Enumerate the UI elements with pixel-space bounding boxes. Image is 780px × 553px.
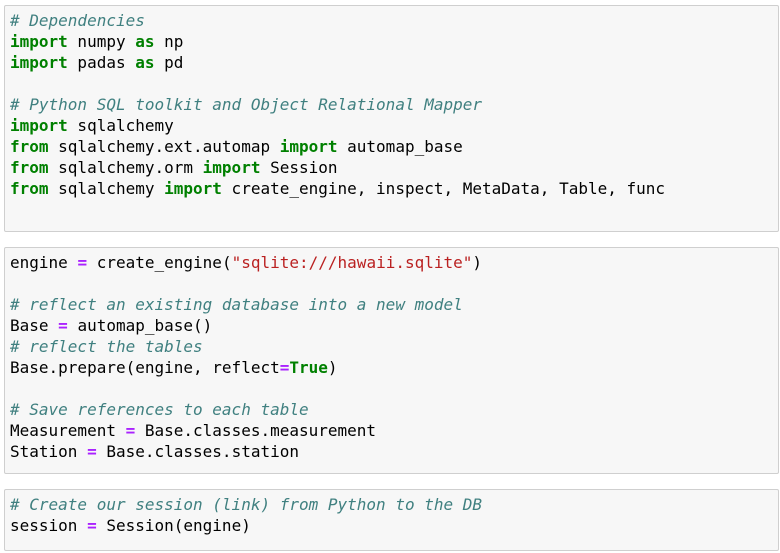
code-operator: = bbox=[87, 516, 97, 535]
code-string: "sqlite:///hawaii.sqlite" bbox=[231, 253, 473, 272]
code-text: Base.prepare(engine, reflect bbox=[10, 358, 280, 377]
code-line: import numpy as np bbox=[10, 31, 778, 52]
code-comment: # reflect the tables bbox=[10, 337, 203, 356]
code-comment: # Dependencies bbox=[10, 11, 145, 30]
code-text: ) bbox=[327, 358, 338, 377]
code-line: Base.prepare(engine, reflect=True) bbox=[10, 357, 778, 378]
notebook: # Dependencies import numpy as np import p… bbox=[0, 0, 780, 553]
code-cell-engine[interactable]: engine = create_engine("sqlite:///hawaii… bbox=[4, 247, 779, 474]
code-operator: = bbox=[125, 421, 136, 440]
code-comment: # Create our session (link) from Python … bbox=[10, 495, 483, 514]
code-line: # Create our session (link) from Python … bbox=[10, 494, 778, 515]
code-keyword: import bbox=[202, 158, 261, 177]
code-line: # Dependencies bbox=[10, 10, 778, 31]
code-operator: = bbox=[58, 316, 68, 335]
code-keyword: from bbox=[10, 158, 49, 177]
code-text: np bbox=[154, 32, 184, 51]
code-text: sqlalchemy bbox=[67, 116, 174, 135]
code-line: Station = Base.classes.station bbox=[10, 441, 778, 462]
code-line: # Python SQL toolkit and Object Relation… bbox=[10, 94, 778, 115]
code-text: sqlalchemy.orm bbox=[48, 158, 203, 177]
code-line: from sqlalchemy.orm import Session bbox=[10, 157, 778, 178]
code-comment: # Save references to each table bbox=[10, 400, 309, 419]
code-line: import sqlalchemy bbox=[10, 115, 778, 136]
code-text: Session(engine) bbox=[96, 516, 251, 535]
code-text: sqlalchemy.ext.automap bbox=[48, 137, 280, 156]
code-operator: = bbox=[279, 358, 290, 377]
code-line: # Save references to each table bbox=[10, 399, 778, 420]
code-text: Measurement bbox=[10, 421, 126, 440]
code-keyword: as bbox=[135, 53, 155, 72]
code-text: create_engine, inspect, MetaData, Table,… bbox=[221, 179, 666, 198]
code-text: sqlalchemy bbox=[48, 179, 165, 198]
code-text: automap_base bbox=[337, 137, 463, 156]
code-line: import padas as pd bbox=[10, 52, 778, 73]
code-text: Base.classes.station bbox=[96, 442, 299, 461]
code-line: # reflect the tables bbox=[10, 336, 778, 357]
code-cell-imports[interactable]: # Dependencies import numpy as np import p… bbox=[4, 5, 779, 232]
code-comment: # reflect an existing database into a ne… bbox=[10, 295, 463, 314]
code-text: pd bbox=[154, 53, 184, 72]
code-keyword: as bbox=[135, 32, 155, 51]
code-text: Station bbox=[10, 442, 88, 461]
code-keyword: import bbox=[10, 53, 68, 72]
code-line: session = Session(engine) bbox=[10, 515, 778, 536]
code-keyword: import bbox=[279, 137, 338, 156]
code-text: Base.classes.measurement bbox=[135, 421, 377, 440]
code-keyword: import bbox=[10, 116, 68, 135]
code-operator: = bbox=[77, 253, 88, 272]
code-keyword: from bbox=[10, 137, 49, 156]
code-line: Base = automap_base() bbox=[10, 315, 778, 336]
code-line: # reflect an existing database into a ne… bbox=[10, 294, 778, 315]
code-line: engine = create_engine("sqlite:///hawaii… bbox=[10, 252, 778, 273]
code-keyword: True bbox=[289, 358, 328, 377]
code-cell-session[interactable]: # Create our session (link) from Python … bbox=[4, 489, 779, 551]
code-text: automap_base() bbox=[67, 316, 213, 335]
code-text: engine bbox=[10, 253, 78, 272]
code-text: Session bbox=[260, 158, 338, 177]
code-text: numpy bbox=[67, 32, 136, 51]
code-text: Base bbox=[10, 316, 59, 335]
code-text: session bbox=[10, 516, 88, 535]
code-line: from sqlalchemy import create_engine, in… bbox=[10, 178, 778, 199]
code-keyword: import bbox=[164, 179, 222, 198]
code-line: from sqlalchemy.ext.automap import autom… bbox=[10, 136, 778, 157]
code-keyword: from bbox=[10, 179, 49, 198]
code-text: create_engine( bbox=[87, 253, 232, 272]
code-keyword: import bbox=[10, 32, 68, 51]
code-text: ) bbox=[472, 253, 483, 272]
code-operator: = bbox=[87, 442, 97, 461]
code-line: Measurement = Base.classes.measurement bbox=[10, 420, 778, 441]
code-text: padas bbox=[67, 53, 136, 72]
code-comment: # Python SQL toolkit and Object Relation… bbox=[10, 95, 483, 114]
